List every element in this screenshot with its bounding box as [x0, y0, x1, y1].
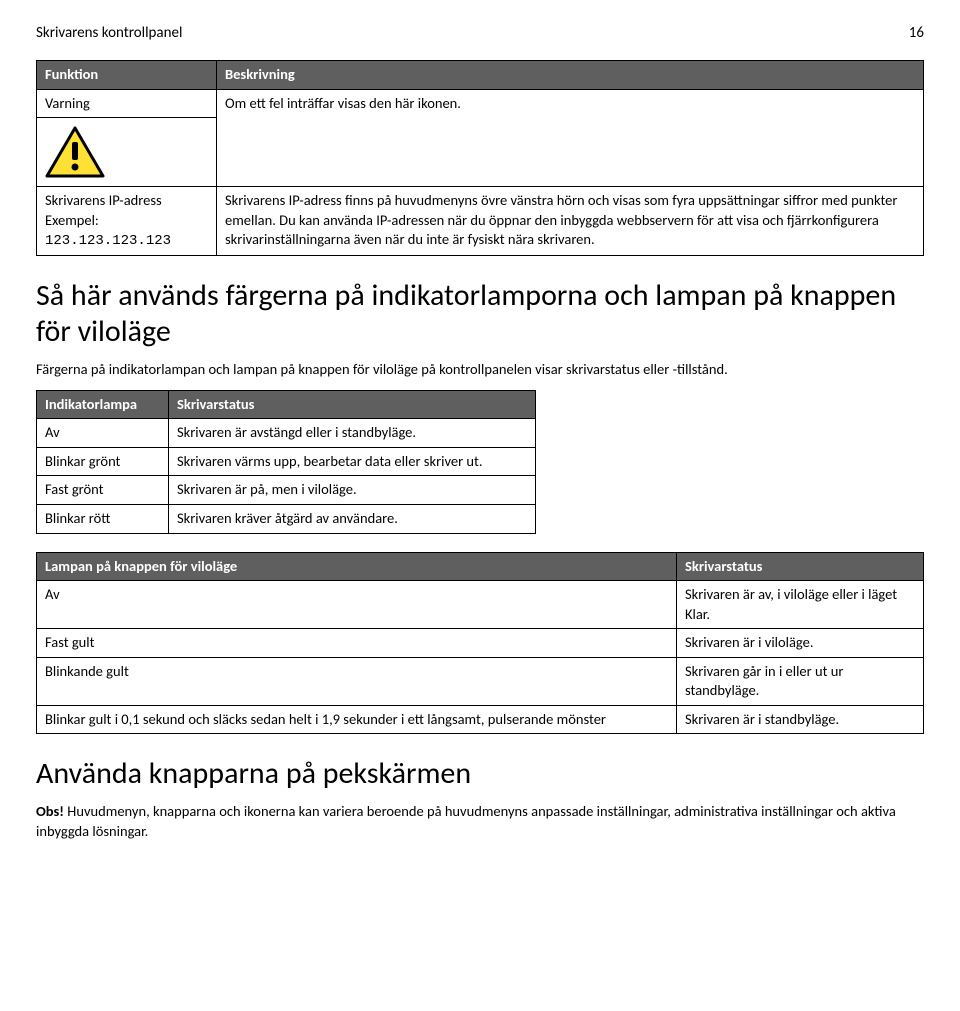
table3-header-col2: Skrivarstatus	[677, 552, 924, 581]
cell: Blinkar grönt	[37, 447, 169, 476]
cell: Skrivaren går in i eller ut ur standbylä…	[677, 657, 924, 705]
cell: Blinkar gult i 0,1 sekund och släcks sed…	[37, 705, 677, 734]
table-row: Blinkar gult i 0,1 sekund och släcks sed…	[37, 705, 924, 734]
note-label: Obs!	[36, 802, 64, 820]
table2-header-col1: Indikatorlampa	[37, 390, 169, 419]
cell: Skrivaren är av, i viloläge eller i läge…	[677, 581, 924, 629]
note-text: Huvudmenyn, knapparna och ikonerna kan v…	[36, 802, 896, 840]
cell: Skrivaren kräver åtgärd av användare.	[169, 504, 536, 533]
table-row: Skrivarens IP-adress Exempel: 123.123.12…	[37, 187, 924, 256]
page-title: Skrivarens kontrollpanel	[36, 24, 182, 42]
cell: Fast grönt	[37, 476, 169, 505]
cell: Skrivaren är i viloläge.	[677, 629, 924, 658]
ip-address-label: Skrivarens IP-adress Exempel: 123.123.12…	[37, 187, 217, 256]
table-row: Blinkande gult Skrivaren går in i eller …	[37, 657, 924, 705]
cell: Skrivaren är i standbyläge.	[677, 705, 924, 734]
page-number: 16	[909, 24, 924, 42]
indicator-colors-intro: Färgerna på indikatorlampan och lampan p…	[36, 360, 924, 380]
warning-triangle-icon	[45, 126, 105, 178]
ip-label-line1: Skrivarens IP-adress	[45, 191, 162, 209]
cell: Blinkande gult	[37, 657, 677, 705]
cell: Av	[37, 419, 169, 448]
table1-header-col2: Beskrivning	[217, 61, 924, 90]
warning-label: Varning	[37, 89, 217, 118]
touchscreen-buttons-heading: Använda knapparna på pekskärmen	[36, 756, 924, 792]
sleep-button-lamp-table: Lampan på knappen för viloläge Skrivarst…	[36, 552, 924, 735]
cell: Skrivaren är avstängd eller i standbyläg…	[169, 419, 536, 448]
table-row: Av Skrivaren är av, i viloläge eller i l…	[37, 581, 924, 629]
touchscreen-note: Obs! Huvudmenyn, knapparna och ikonerna …	[36, 802, 924, 841]
cell: Skrivaren är på, men i viloläge.	[169, 476, 536, 505]
warning-description: Om ett fel inträffar visas den här ikone…	[217, 89, 924, 187]
indicator-colors-heading: Så här används färgerna på indikatorlamp…	[36, 278, 924, 350]
table3-header-col1: Lampan på knappen för viloläge	[37, 552, 677, 581]
ip-address-description: Skrivarens IP-adress finns på huvudmenyn…	[217, 187, 924, 256]
cell: Blinkar rött	[37, 504, 169, 533]
cell: Skrivaren värms upp, bearbetar data elle…	[169, 447, 536, 476]
ip-label-prefix: Exempel:	[45, 211, 99, 229]
table-row: Av Skrivaren är avstängd eller i standby…	[37, 419, 536, 448]
page-header: Skrivarens kontrollpanel 16	[36, 24, 924, 42]
cell: Fast gult	[37, 629, 677, 658]
function-table: Funktion Beskrivning Varning Om ett fel …	[36, 60, 924, 256]
table2-header-col2: Skrivarstatus	[169, 390, 536, 419]
table-row: Blinkar grönt Skrivaren värms upp, bearb…	[37, 447, 536, 476]
warning-icon-cell	[37, 118, 217, 187]
table-row: Varning Om ett fel inträffar visas den h…	[37, 89, 924, 118]
table-row: Fast gult Skrivaren är i viloläge.	[37, 629, 924, 658]
table-row: Blinkar rött Skrivaren kräver åtgärd av …	[37, 504, 536, 533]
cell: Av	[37, 581, 677, 629]
ip-example-value: 123.123.123.123	[45, 233, 171, 249]
table-row: Fast grönt Skrivaren är på, men i vilolä…	[37, 476, 536, 505]
table1-header-col1: Funktion	[37, 61, 217, 90]
indicator-lamp-table: Indikatorlampa Skrivarstatus Av Skrivare…	[36, 390, 536, 534]
